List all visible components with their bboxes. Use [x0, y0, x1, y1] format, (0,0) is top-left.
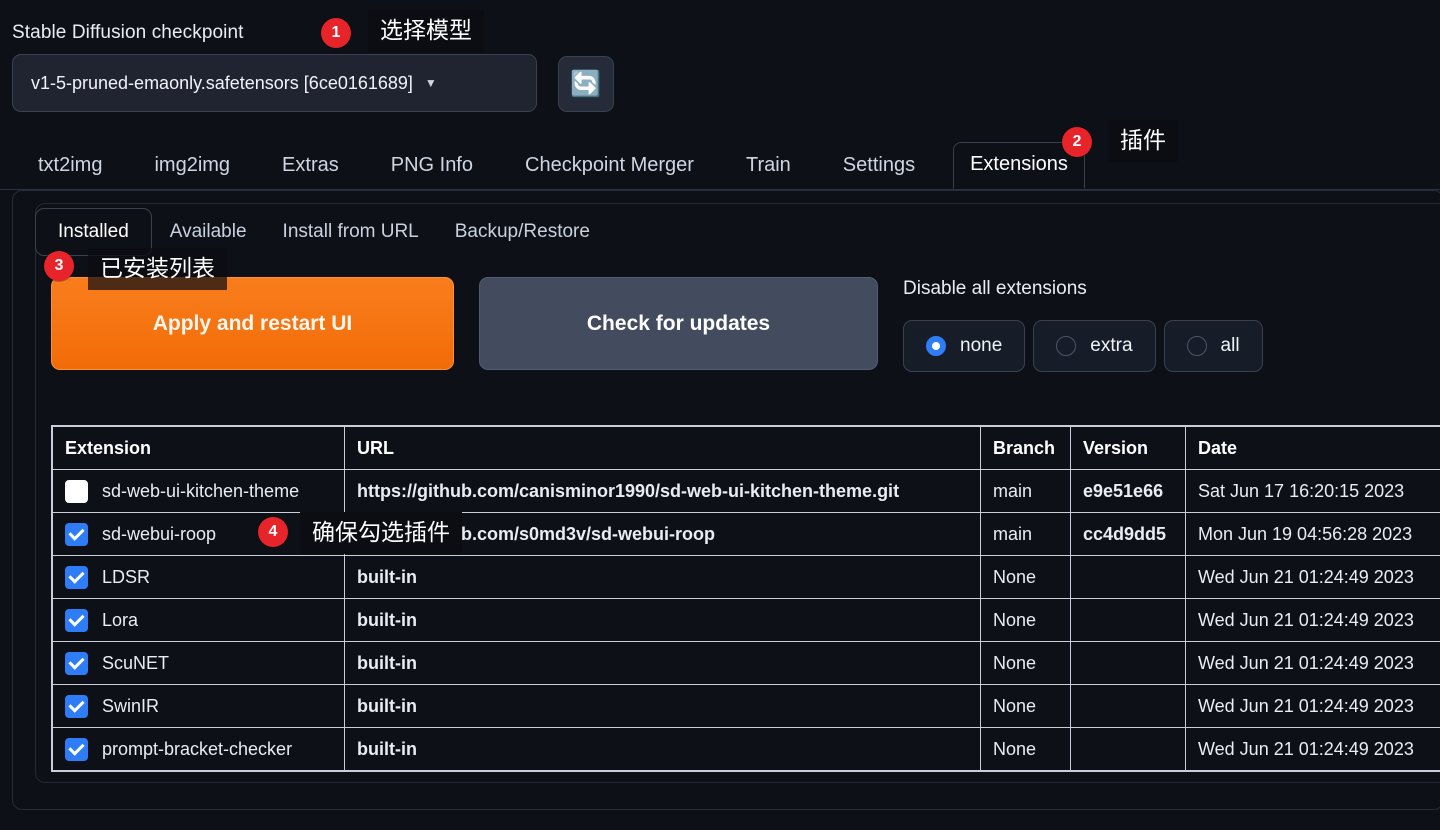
table-row: LDSR built-in None Wed Jun 21 01:24:49 2…	[52, 555, 1440, 599]
extension-name: prompt-bracket-checker	[102, 738, 293, 759]
checkpoint-dropdown[interactable]: v1-5-pruned-emaonly.safetensors [6ce0161…	[12, 54, 537, 112]
radio-label-extra: extra	[1090, 335, 1133, 356]
radio-option-extra[interactable]: extra	[1033, 320, 1156, 372]
cell-date: Wed Jun 21 01:24:49 2023	[1185, 598, 1440, 642]
cell-date: Mon Jun 19 04:56:28 2023	[1185, 512, 1440, 556]
annotation-tooltip-3: 已安装列表	[88, 248, 227, 290]
cell-url: built-in	[344, 684, 981, 728]
extension-name: LDSR	[102, 566, 151, 587]
radio-label-all: all	[1220, 335, 1240, 356]
annotation-badge-2: 2	[1062, 127, 1092, 157]
cell-version: cc4d9dd5	[1070, 512, 1186, 556]
tab-train[interactable]: Train	[746, 154, 791, 189]
radio-dot-icon	[926, 336, 946, 356]
cell-url[interactable]: https://github.com/canisminor1990/sd-web…	[344, 469, 981, 513]
disable-all-extensions-radio-group: none extra all	[903, 320, 1263, 372]
extension-checkbox[interactable]	[65, 479, 88, 503]
tab-txt2img[interactable]: txt2img	[38, 154, 102, 189]
apply-and-restart-ui-button[interactable]: Apply and restart UI	[51, 277, 454, 370]
radio-dot-icon	[1186, 336, 1207, 356]
subtab-install-from-url[interactable]: Install from URL	[265, 209, 437, 255]
cell-extension: SwinIR	[52, 684, 345, 728]
refresh-checkpoints-button[interactable]: 🔄	[558, 56, 614, 112]
cell-url: built-in	[344, 598, 981, 642]
check-for-updates-button[interactable]: Check for updates	[479, 277, 878, 370]
table-header-row: Extension URL Branch Version Date	[52, 426, 1440, 470]
subtab-backup-restore[interactable]: Backup/Restore	[437, 209, 608, 255]
cell-branch: None	[980, 727, 1071, 771]
radio-option-all[interactable]: all	[1163, 320, 1263, 372]
checkpoint-value: v1-5-pruned-emaonly.safetensors [6ce0161…	[31, 72, 413, 93]
cell-extension: sd-web-ui-kitchen-theme	[52, 469, 345, 513]
column-header-version[interactable]: Version	[1070, 426, 1186, 470]
annotation-badge-4: 4	[258, 517, 288, 547]
column-header-date[interactable]: Date	[1185, 426, 1440, 470]
cell-extension: ScuNET	[52, 641, 345, 685]
column-header-extension[interactable]: Extension	[52, 426, 345, 470]
extensions-table: Extension URL Branch Version Date sd-web…	[52, 426, 1440, 771]
table-row: sd-web-ui-kitchen-theme https://github.c…	[52, 469, 1440, 513]
cell-branch: None	[980, 555, 1071, 599]
cell-date: Sat Jun 17 16:20:15 2023	[1185, 469, 1440, 513]
tab-extras[interactable]: Extras	[282, 154, 339, 189]
extension-checkbox[interactable]	[65, 608, 88, 632]
cell-date: Wed Jun 21 01:24:49 2023	[1185, 641, 1440, 685]
cell-url: built-in	[344, 727, 981, 771]
radio-dot-icon	[1056, 336, 1077, 356]
annotation-badge-3: 3	[44, 251, 74, 281]
annotation-tooltip-4: 确保勾选插件	[300, 512, 462, 554]
column-header-url[interactable]: URL	[344, 426, 981, 470]
chevron-down-icon: ▼	[424, 76, 437, 90]
table-row: SwinIR built-in None Wed Jun 21 01:24:49…	[52, 684, 1440, 728]
annotation-tooltip-1: 选择模型	[368, 10, 484, 52]
extension-checkbox[interactable]	[65, 694, 88, 718]
extensions-table-wrapper: Extension URL Branch Version Date sd-web…	[51, 425, 1440, 772]
cell-url: built-in	[344, 641, 981, 685]
table-row: Lora built-in None Wed Jun 21 01:24:49 2…	[52, 598, 1440, 642]
cell-url: built-in	[344, 555, 981, 599]
cell-version: e9e51e66	[1070, 469, 1186, 513]
extension-name: Lora	[102, 609, 139, 630]
tab-png-info[interactable]: PNG Info	[391, 154, 473, 189]
extension-name: ScuNET	[102, 652, 170, 673]
cell-date: Wed Jun 21 01:24:49 2023	[1185, 555, 1440, 599]
cell-version	[1070, 684, 1186, 728]
cell-branch: None	[980, 684, 1071, 728]
tab-img2img[interactable]: img2img	[154, 154, 230, 189]
extension-checkbox[interactable]	[65, 565, 88, 589]
cell-branch: None	[980, 598, 1071, 642]
annotation-tooltip-2: 插件	[1108, 120, 1178, 162]
cell-extension: prompt-bracket-checker	[52, 727, 345, 771]
cell-date: Wed Jun 21 01:24:49 2023	[1185, 727, 1440, 771]
disable-all-extensions-label: Disable all extensions	[903, 278, 1087, 299]
cell-branch: main	[980, 512, 1071, 556]
refresh-icon: 🔄	[570, 69, 602, 98]
app-root: Stable Diffusion checkpoint v1-5-pruned-…	[0, 0, 1440, 830]
cell-extension: LDSR	[52, 555, 345, 599]
cell-date: Wed Jun 21 01:24:49 2023	[1185, 684, 1440, 728]
main-tab-bar: txt2img img2img Extras PNG Info Checkpoi…	[0, 140, 1440, 190]
extension-checkbox[interactable]	[65, 651, 88, 675]
cell-extension: Lora	[52, 598, 345, 642]
cell-version	[1070, 641, 1186, 685]
extension-checkbox[interactable]	[65, 522, 88, 546]
column-header-branch[interactable]: Branch	[980, 426, 1071, 470]
annotation-badge-1: 1	[321, 18, 351, 48]
cell-version	[1070, 598, 1186, 642]
cell-branch: None	[980, 641, 1071, 685]
cell-version	[1070, 727, 1186, 771]
extension-name: sd-web-ui-kitchen-theme	[102, 480, 300, 501]
tab-checkpoint-merger[interactable]: Checkpoint Merger	[525, 154, 694, 189]
cell-branch: main	[980, 469, 1071, 513]
radio-option-none[interactable]: none	[903, 320, 1026, 372]
tab-settings[interactable]: Settings	[843, 154, 915, 189]
extension-name: sd-webui-roop	[102, 523, 217, 544]
checkpoint-label: Stable Diffusion checkpoint	[12, 22, 244, 43]
extension-name: SwinIR	[102, 695, 160, 716]
table-row: prompt-bracket-checker built-in None Wed…	[52, 727, 1440, 771]
radio-label-none: none	[960, 335, 1003, 356]
table-row: ScuNET built-in None Wed Jun 21 01:24:49…	[52, 641, 1440, 685]
cell-version	[1070, 555, 1186, 599]
extension-checkbox[interactable]	[65, 737, 88, 761]
